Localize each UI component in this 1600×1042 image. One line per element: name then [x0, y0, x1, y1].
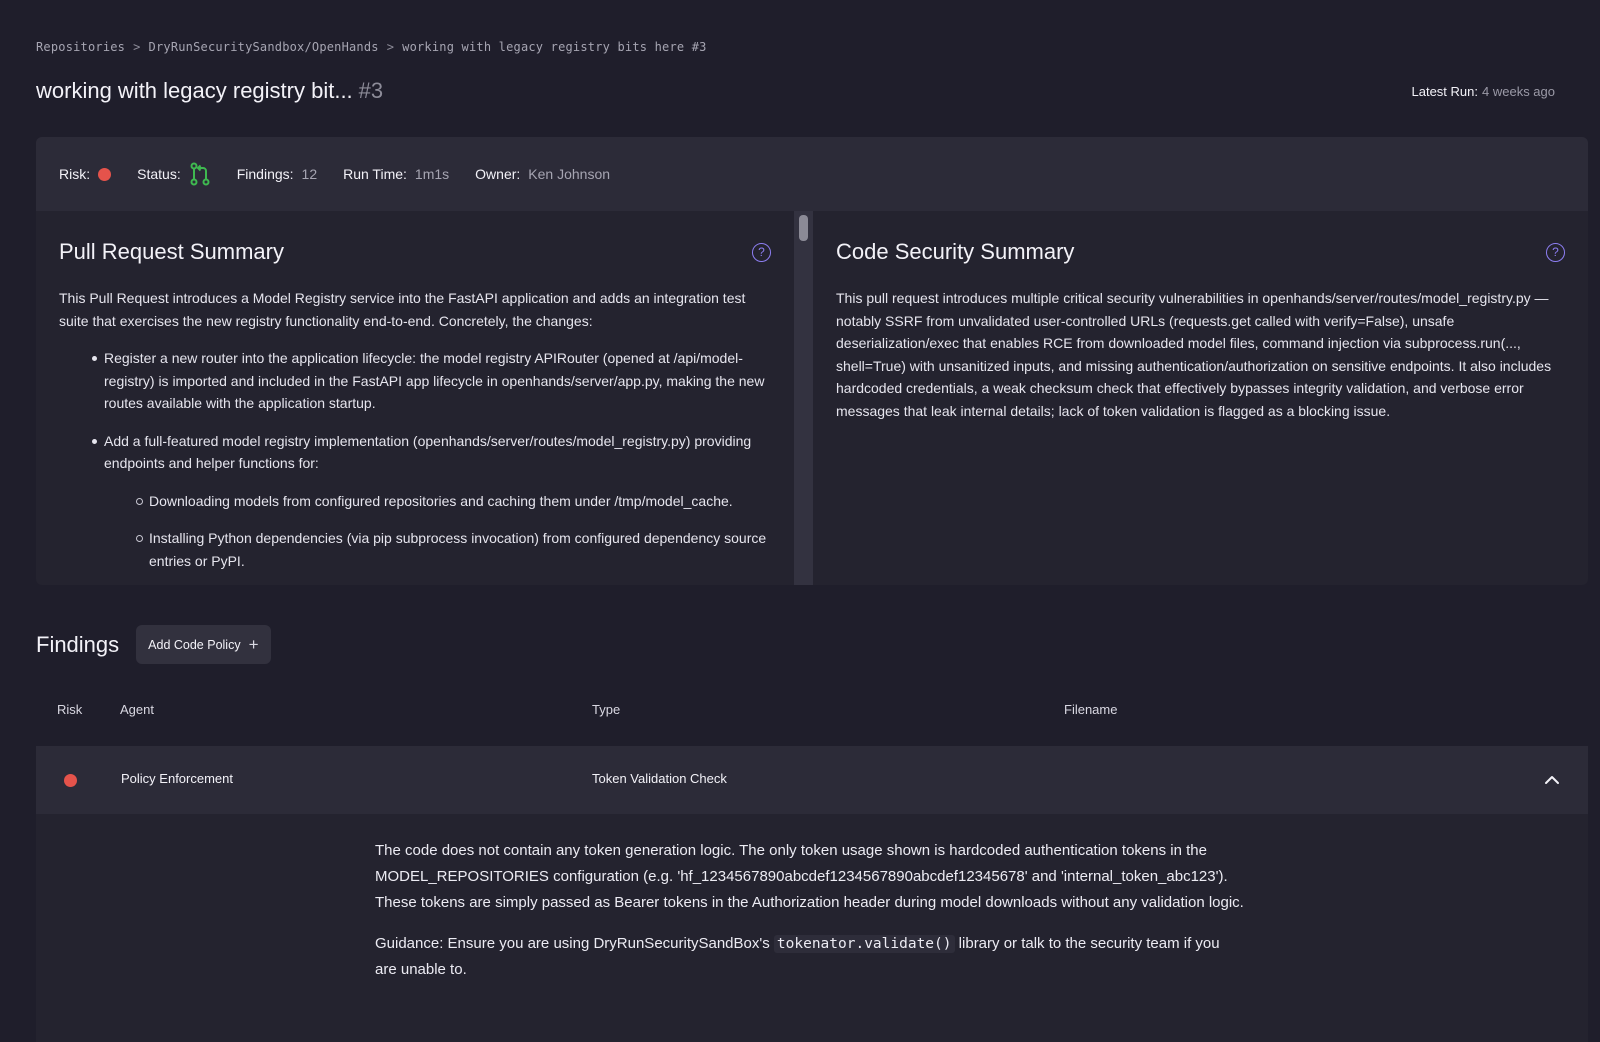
- pr-summary-sublist: Downloading models from configured repos…: [104, 490, 771, 573]
- scrollbar-thumb[interactable]: [799, 215, 808, 241]
- help-icon[interactable]: ?: [1546, 242, 1565, 262]
- findings-table-header: Risk Agent Type Filename: [36, 702, 1588, 722]
- page-title: working with legacy registry bit... #3: [36, 78, 383, 104]
- help-icon[interactable]: ?: [752, 242, 771, 262]
- findings-count-label: Findings:: [236, 166, 294, 182]
- breadcrumb-pr[interactable]: working with legacy registry bits here #…: [402, 40, 706, 54]
- code-security-panel: Code Security Summary ? This pull reques…: [813, 211, 1588, 585]
- finding-type: Token Validation Check: [592, 771, 727, 786]
- title-row: working with legacy registry bit... #3 La…: [36, 78, 1555, 104]
- pr-summary-title: Pull Request Summary: [59, 239, 284, 264]
- pr-number: #3: [358, 78, 384, 103]
- pr-title: working with legacy registry bit...: [36, 78, 353, 103]
- runtime-label: Run Time:: [343, 166, 407, 182]
- findings-title: Findings: [36, 631, 120, 657]
- runtime-value: 1m1s: [414, 166, 450, 182]
- pr-summary-panel[interactable]: Pull Request Summary ? This Pull Request…: [36, 211, 794, 585]
- add-code-policy-button[interactable]: Add Code Policy +: [136, 625, 271, 664]
- breadcrumb-separator: >: [133, 40, 141, 54]
- findings-count-value: 12: [301, 166, 318, 182]
- pr-summary-header: Pull Request Summary ?: [59, 239, 771, 265]
- owner-meta: Owner: Ken Johnson: [475, 166, 610, 182]
- breadcrumb: Repositories > DryRunSecuritySandbox/Ope…: [36, 40, 707, 54]
- list-item-text: Add a full-featured model registry imple…: [104, 432, 752, 472]
- finding-detail: The code does not contain any token gene…: [36, 814, 1588, 1042]
- list-item: Installing Python dependencies (via pip …: [136, 527, 771, 572]
- latest-run-value: 4 weeks ago: [1482, 83, 1555, 99]
- code-security-title: Code Security Summary: [836, 239, 1075, 264]
- summary-card: Risk: Status: Findings: 12 Run Time: 1m1…: [36, 137, 1588, 585]
- list-item: Downloading models from configured repos…: [136, 490, 771, 513]
- pr-summary-list: Register a new router into the applicati…: [59, 347, 771, 572]
- code-security-text: This pull request introduces multiple cr…: [836, 290, 1552, 419]
- chevron-up-icon[interactable]: [1542, 770, 1562, 790]
- owner-label: Owner:: [475, 166, 521, 182]
- finding-guidance: Guidance: Ensure you are using DryRunSec…: [375, 931, 1245, 983]
- breadcrumb-repo[interactable]: DryRunSecuritySandbox/OpenHands: [149, 40, 379, 54]
- column-header-filename[interactable]: Filename: [1064, 702, 1117, 717]
- plus-icon: +: [248, 635, 259, 654]
- list-item: Register a new router into the applicati…: [92, 347, 771, 415]
- pr-summary-intro: This Pull Request introduces a Model Reg…: [59, 290, 746, 329]
- risk-indicator-icon: [64, 774, 77, 787]
- risk-indicator-icon: [98, 167, 112, 181]
- column-header-risk[interactable]: Risk: [57, 702, 82, 717]
- risk-meta: Risk:: [59, 166, 112, 182]
- findings-header: Findings Add Code Policy +: [36, 625, 271, 664]
- status-meta: Status:: [137, 162, 211, 186]
- meta-bar: Risk: Status: Findings: 12 Run Time: 1m1…: [36, 137, 1588, 211]
- guidance-code: tokenator.validate(): [773, 935, 955, 953]
- code-security-header: Code Security Summary ?: [836, 239, 1565, 265]
- git-pull-request-icon: [190, 162, 210, 186]
- list-item: Add a full-featured model registry imple…: [92, 430, 771, 573]
- owner-value: Ken Johnson: [528, 166, 611, 182]
- breadcrumb-separator: >: [386, 40, 395, 54]
- column-header-type[interactable]: Type: [592, 702, 620, 717]
- latest-run: Latest Run: 4 weeks ago: [1412, 84, 1556, 99]
- runtime-meta: Run Time: 1m1s: [343, 166, 449, 182]
- finding-detail-text: The code does not contain any token gene…: [375, 842, 1244, 911]
- finding-detail-body: The code does not contain any token gene…: [375, 838, 1245, 998]
- guidance-prefix: Guidance: Ensure you are using DryRunSec…: [375, 935, 774, 952]
- summary-panels: Pull Request Summary ? This Pull Request…: [36, 211, 1588, 585]
- table-row[interactable]: Policy Enforcement Token Validation Chec…: [36, 746, 1588, 814]
- add-code-policy-label: Add Code Policy: [148, 637, 241, 652]
- findings-meta: Findings: 12: [237, 166, 317, 182]
- column-header-agent[interactable]: Agent: [120, 702, 154, 717]
- finding-agent: Policy Enforcement: [121, 771, 233, 786]
- breadcrumb-repositories[interactable]: Repositories: [36, 40, 125, 54]
- risk-label: Risk:: [59, 166, 91, 182]
- status-label: Status:: [137, 166, 181, 182]
- pr-summary-scrollbar[interactable]: [794, 211, 813, 585]
- latest-run-label: Latest Run:: [1411, 83, 1479, 99]
